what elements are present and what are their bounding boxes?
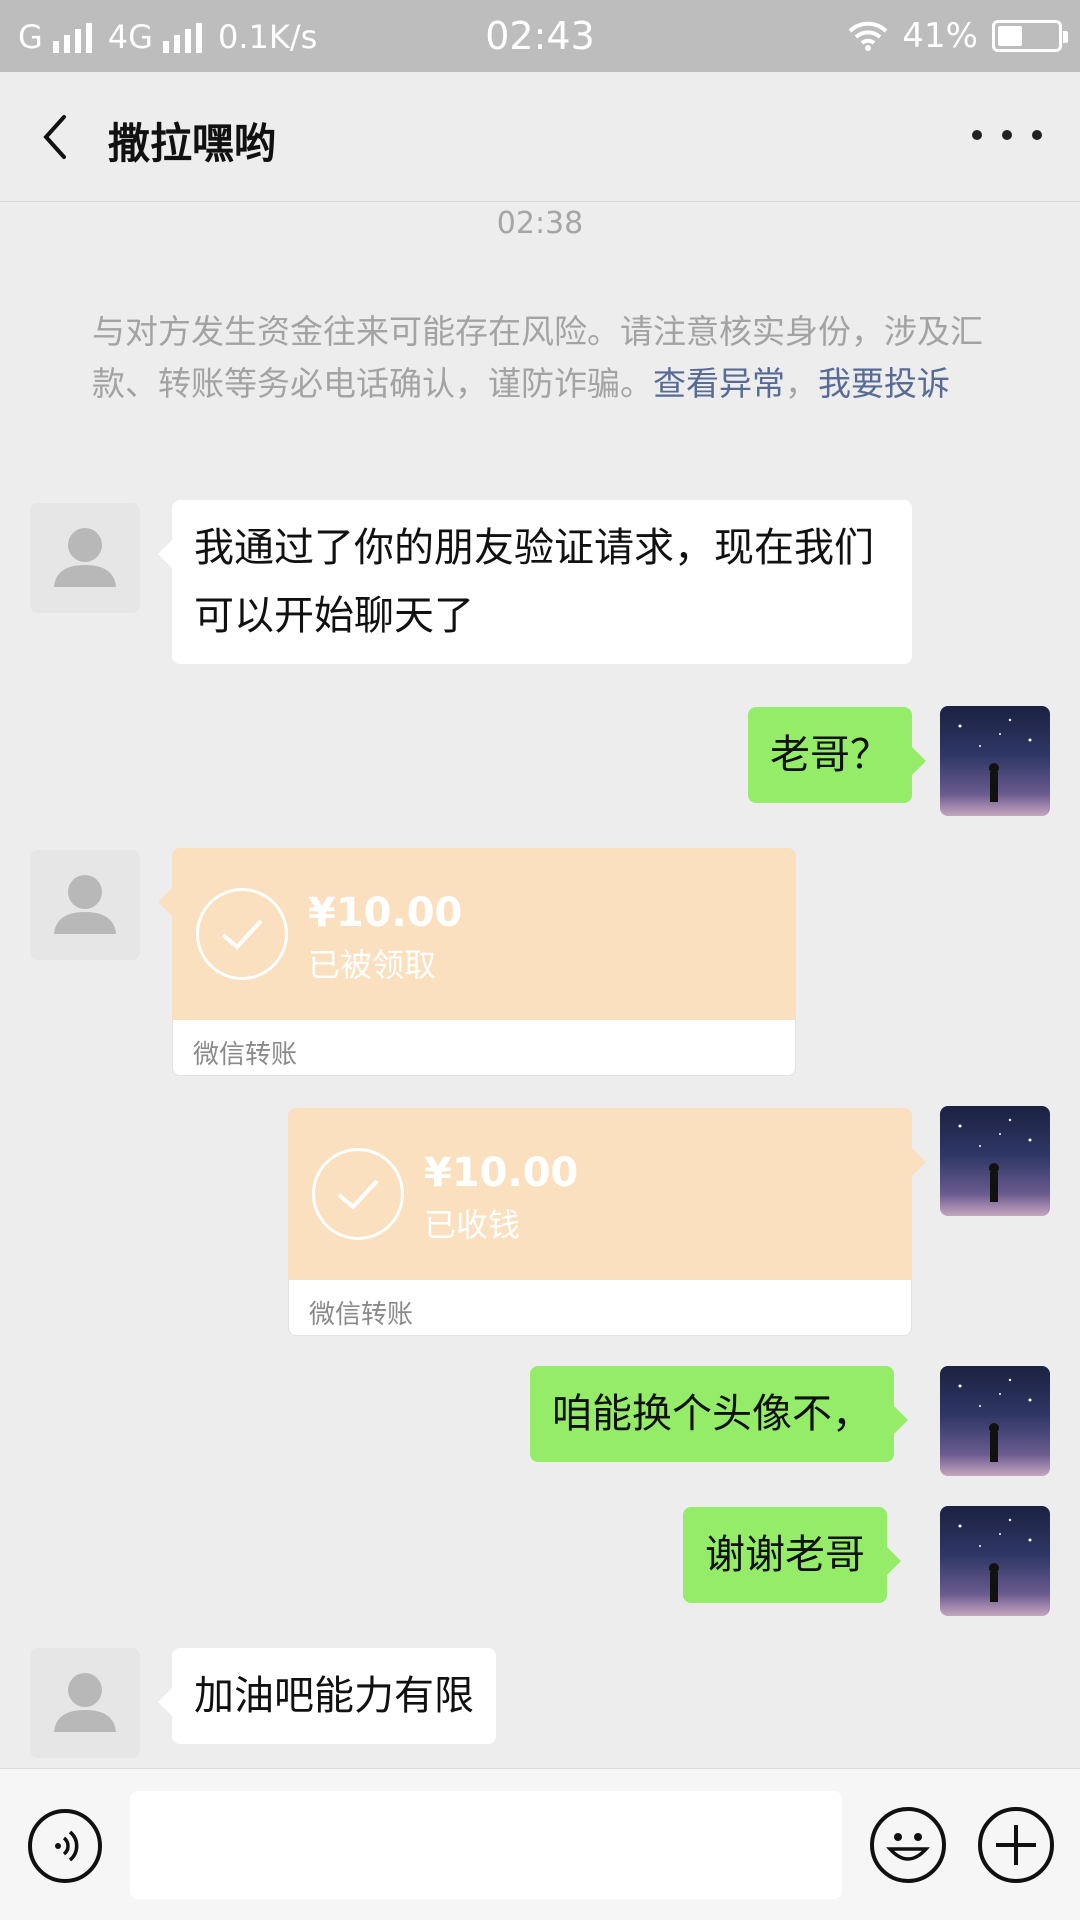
night-sky-avatar-icon [958, 718, 1032, 802]
night-sky-avatar-icon [958, 1378, 1032, 1462]
status-right: 41% [848, 16, 1068, 56]
transfer-card-incoming[interactable]: ¥10.00 已被领取 微信转账 [158, 848, 796, 1076]
back-chevron-icon[interactable] [30, 107, 90, 167]
night-sky-avatar-icon [958, 1118, 1032, 1202]
transfer-card-body: ¥10.00 已收钱 [288, 1108, 912, 1280]
message-input[interactable] [130, 1791, 842, 1899]
check-icon [312, 1148, 404, 1240]
message-bubble-outgoing[interactable]: 咱能换个头像不， [530, 1366, 908, 1462]
report-link[interactable]: 我要投诉 [818, 364, 950, 403]
default-avatar-icon [54, 528, 116, 587]
voice-icon[interactable] [28, 1809, 102, 1883]
message-text: 老哥？ [770, 732, 890, 778]
check-icon [196, 888, 288, 980]
wifi-icon [849, 21, 888, 51]
battery-fill [998, 26, 1022, 46]
notice-separator: ， [785, 364, 818, 403]
transfer-footer: 微信转账 [172, 1020, 796, 1076]
message-timestamp: 02:38 [496, 206, 584, 241]
chat-header: 撒拉嘿哟 [0, 72, 1080, 202]
self-avatar[interactable] [940, 1366, 1050, 1476]
view-abnormal-link[interactable]: 查看异常 [653, 364, 785, 403]
transfer-footer: 微信转账 [288, 1280, 912, 1336]
message-text: 加油吧能力有限 [194, 1673, 474, 1719]
message-text: 咱能换个头像不， [552, 1391, 872, 1437]
default-avatar-icon [54, 1673, 116, 1732]
default-avatar-icon [54, 875, 116, 934]
more-dots-icon[interactable] [972, 110, 1042, 160]
security-notice: 与对方发生资金往来可能存在风险。请注意核实身份，涉及汇款、转账等务必电话确认，谨… [92, 306, 1012, 410]
contact-avatar[interactable] [30, 503, 140, 613]
transfer-amount: ¥10.00 [308, 890, 463, 936]
battery-percent: 41% [902, 16, 978, 56]
self-avatar[interactable] [940, 706, 1050, 816]
contact-avatar[interactable] [30, 850, 140, 960]
battery-icon [992, 20, 1068, 52]
transfer-status: 已收钱 [424, 1206, 521, 1244]
input-bar [0, 1768, 1080, 1920]
plus-icon[interactable] [978, 1807, 1054, 1883]
transfer-card-body: ¥10.00 已被领取 [172, 848, 796, 1020]
self-avatar[interactable] [940, 1506, 1050, 1616]
emoji-icon[interactable] [870, 1807, 946, 1883]
message-text: 我通过了你的朋友验证请求，现在我们可以开始聊天了 [194, 525, 874, 639]
message-bubble-incoming[interactable]: 加油吧能力有限 [158, 1648, 496, 1744]
self-avatar[interactable] [940, 1106, 1050, 1216]
contact-avatar[interactable] [30, 1648, 140, 1758]
chat-title: 撒拉嘿哟 [108, 119, 277, 168]
transfer-card-outgoing[interactable]: ¥10.00 已收钱 微信转账 [288, 1108, 926, 1336]
transfer-status: 已被领取 [308, 946, 437, 984]
night-sky-avatar-icon [958, 1518, 1032, 1602]
transfer-amount: ¥10.00 [424, 1150, 579, 1196]
message-text: 谢谢老哥 [705, 1532, 865, 1578]
message-bubble-outgoing[interactable]: 老哥？ [748, 707, 926, 803]
message-bubble-outgoing[interactable]: 谢谢老哥 [683, 1507, 901, 1603]
status-bar: G 4G 0.1K/s 02:43 41% [0, 0, 1080, 72]
message-bubble-incoming[interactable]: 我通过了你的朋友验证请求，现在我们可以开始聊天了 [158, 500, 912, 664]
